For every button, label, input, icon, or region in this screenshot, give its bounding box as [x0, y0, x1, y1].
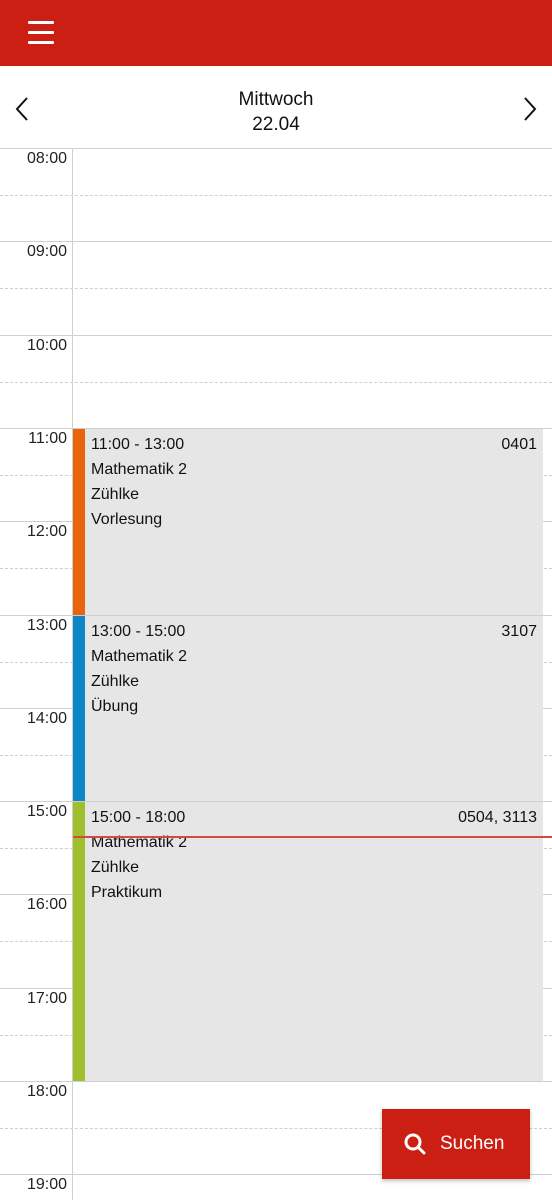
hour-label: 14:00 — [26, 710, 67, 727]
event-type: Vorlesung — [91, 511, 163, 528]
chevron-right-icon[interactable] — [514, 94, 544, 124]
search-button[interactable]: Suchen — [382, 1109, 530, 1179]
hour-label: 12:00 — [26, 523, 67, 540]
event-title: Mathematik 2 — [91, 648, 188, 665]
half-hour-line — [0, 195, 552, 196]
event-room: 3107 — [501, 623, 537, 640]
hour-label: 17:00 — [26, 990, 67, 1007]
hour-label: 15:00 — [26, 803, 67, 820]
search-icon — [404, 1133, 426, 1155]
event-color-stripe — [73, 429, 85, 615]
event-lecturer: Zühlke — [91, 486, 140, 503]
hour-label: 08:00 — [26, 150, 67, 167]
hour-line — [0, 241, 552, 242]
event-room: 0401 — [501, 436, 537, 453]
hamburger-menu-icon[interactable] — [20, 17, 62, 49]
event-card-uebung[interactable]: 13:00 - 15:00 3107 Mathematik 2 Zühlke Ü… — [73, 615, 543, 801]
hour-label: 16:00 — [26, 896, 67, 913]
hour-line — [0, 1081, 552, 1082]
event-time: 15:00 - 18:00 — [91, 809, 186, 826]
weekday-label: Mittwoch — [238, 89, 314, 110]
date-label: 22.04 — [252, 114, 300, 135]
hour-line — [0, 335, 552, 336]
hour-label: 18:00 — [26, 1083, 67, 1100]
app-bar — [0, 0, 552, 66]
half-hour-line — [0, 382, 552, 383]
day-schedule-grid: 08:00 09:00 10:00 11:00 12:00 13:00 14:00 15:00… — [0, 148, 552, 1200]
event-type: Übung — [91, 698, 139, 715]
event-card-vorlesung[interactable]: 11:00 - 13:00 0401 Mathematik 2 Zühlke V… — [73, 428, 543, 615]
current-time-indicator — [73, 836, 552, 838]
event-card-praktikum[interactable]: 15:00 - 18:00 0504, 3113 Mathematik 2 Zü… — [73, 801, 543, 1081]
event-time: 11:00 - 13:00 — [91, 436, 185, 453]
hour-label: 11:00 — [28, 430, 67, 447]
event-type: Praktikum — [91, 884, 163, 901]
hour-label: 09:00 — [26, 243, 67, 260]
event-lecturer: Zühlke — [91, 859, 140, 876]
hour-label: 19:00 — [26, 1176, 67, 1193]
event-color-stripe — [73, 802, 85, 1081]
event-title: Mathematik 2 — [91, 461, 188, 478]
event-color-stripe — [73, 616, 85, 801]
hour-label: 13:00 — [26, 617, 67, 634]
event-room: 0504, 3113 — [458, 809, 537, 826]
search-button-label: Suchen — [440, 1133, 505, 1154]
event-lecturer: Zühlke — [91, 673, 140, 690]
half-hour-line — [0, 288, 552, 289]
day-header: Mittwoch 22.04 — [0, 66, 552, 149]
hour-label: 10:00 — [26, 337, 67, 354]
event-time: 13:00 - 15:00 — [91, 623, 186, 640]
